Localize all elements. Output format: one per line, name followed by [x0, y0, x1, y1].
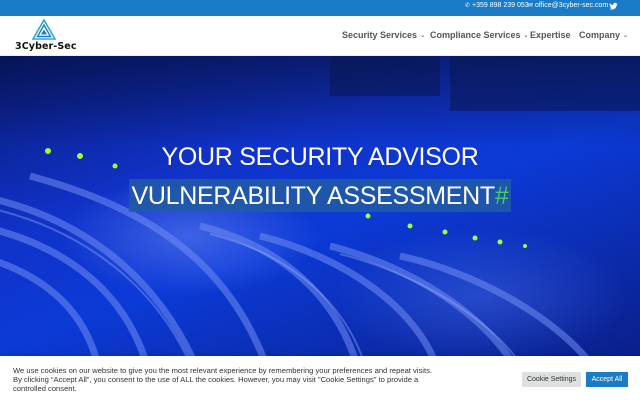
nav-label: Compliance Services — [430, 30, 521, 40]
typed-text: VULNERABILITY ASSESSMENT — [131, 182, 496, 210]
typing-cursor: # — [494, 182, 509, 210]
nav-label: Security Services — [342, 30, 418, 40]
site-logo[interactable]: 3Cyber-Sec — [15, 19, 77, 53]
nav-label: Company — [579, 30, 621, 40]
chevron-down-icon: ⌄ — [523, 32, 529, 39]
cookie-text: We use cookies on our website to give yo… — [13, 366, 432, 393]
phone-contact[interactable]: ✆ +359 898 239 053 — [465, 2, 529, 9]
hero-title: YOUR SECURITY ADVISOR — [161, 143, 479, 171]
email-contact[interactable]: ✉ office@3cyber-sec.com — [528, 2, 608, 9]
top-bar: ✆ +359 898 239 053 ✉ office@3cyber-sec.c… — [0, 0, 640, 16]
cookie-banner: We use cookies on our website to give yo… — [0, 356, 640, 400]
chevron-down-icon: ⌄ — [420, 32, 426, 39]
hero-typed-text: VULNERABILITY ASSESSMENT# — [128, 179, 512, 212]
hero-subtitle-wrap: VULNERABILITY ASSESSMENT# — [0, 179, 640, 212]
nav-expertise[interactable]: Expertise — [530, 30, 571, 40]
chevron-down-icon: ⌄ — [623, 32, 629, 39]
envelope-icon: ✉ — [528, 2, 534, 9]
site-header: 3Cyber-Sec Security Services ⌄ Complianc… — [0, 16, 640, 56]
nav-company[interactable]: Company ⌄ — [579, 30, 628, 40]
twitter-icon[interactable] — [609, 2, 618, 11]
cookie-settings-button[interactable]: Cookie Settings — [522, 372, 581, 387]
hero-section: YOUR SECURITY ADVISOR VULNERABILITY ASSE… — [0, 56, 640, 356]
nav-label: Expertise — [530, 30, 571, 40]
nav-compliance-services[interactable]: Compliance Services ⌄ — [430, 30, 529, 40]
logo-text: 3Cyber-Sec — [15, 41, 77, 52]
email-address[interactable]: office@3cyber-sec.com — [535, 2, 608, 9]
nav-security-services[interactable]: Security Services ⌄ — [342, 30, 425, 40]
phone-number[interactable]: +359 898 239 053 — [472, 2, 529, 9]
accept-all-button[interactable]: Accept All — [586, 372, 628, 387]
phone-icon: ✆ — [465, 2, 471, 9]
triangle-logo-icon — [32, 19, 56, 40]
